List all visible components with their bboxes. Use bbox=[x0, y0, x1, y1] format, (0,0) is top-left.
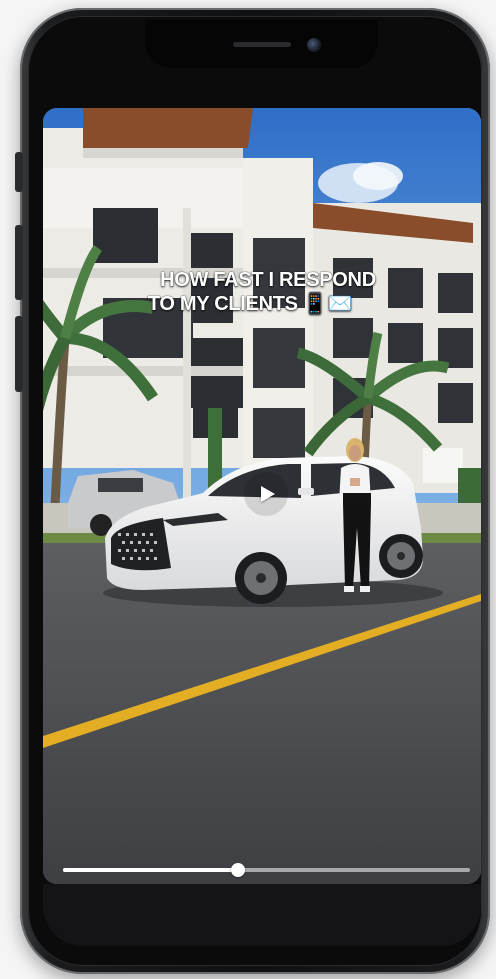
caption-line-1: HOW FAST I RESPOND bbox=[160, 269, 376, 291]
volume-down-button bbox=[15, 316, 23, 392]
video-player[interactable]: HOW FAST I RESPOND TO MY CLIENTS 📱✉️ bbox=[43, 108, 481, 884]
video-progress-bar[interactable] bbox=[63, 863, 470, 877]
video-caption: HOW FAST I RESPOND TO MY CLIENTS 📱✉️ bbox=[43, 268, 481, 316]
mute-switch bbox=[15, 152, 23, 192]
progress-fill bbox=[63, 868, 238, 872]
caption-line-2: TO MY CLIENTS 📱✉️ bbox=[147, 293, 353, 315]
play-button[interactable] bbox=[244, 472, 288, 516]
earpiece-speaker bbox=[233, 42, 291, 47]
phone-bottom-bezel bbox=[43, 884, 481, 946]
progress-scrubber-handle[interactable] bbox=[231, 863, 245, 877]
front-camera-icon bbox=[307, 38, 321, 52]
play-icon bbox=[261, 486, 275, 502]
volume-up-button bbox=[15, 225, 23, 300]
